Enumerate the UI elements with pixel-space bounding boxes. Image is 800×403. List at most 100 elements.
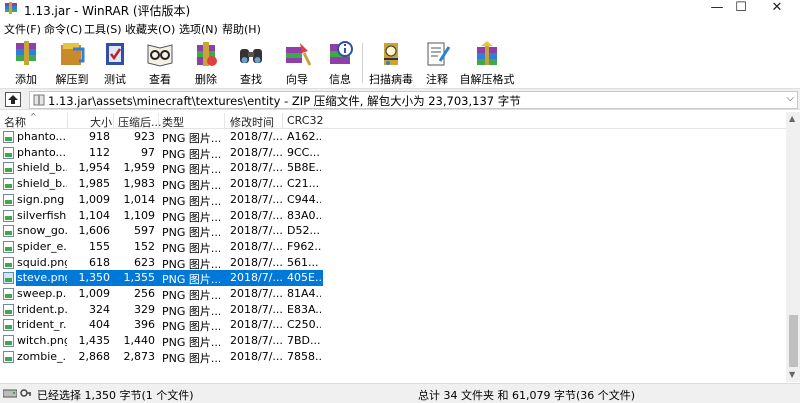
png-file-icon: [3, 272, 14, 285]
extract-to-button[interactable]: 解压到: [52, 39, 92, 87]
file-modified: 2018/7/...: [230, 302, 282, 316]
file-modified: 2018/7/...: [230, 287, 282, 300]
file-size: 1,350: [78, 271, 111, 285]
file-row[interactable]: squid.png 618 623 PNG 图片... 2018/7/... 561...: [0, 255, 786, 271]
file-row[interactable]: witch.png 1,435 1,440 PNG 图片... 2018/7/... 7B…: [0, 333, 786, 349]
add-button[interactable]: 添加: [4, 39, 48, 87]
chevron-down-icon[interactable]: ⌵: [786, 93, 794, 104]
file-modified: 2018/7/...: [230, 130, 282, 143]
file-modified: 2018/7/...: [230, 271, 282, 285]
file-row[interactable]: phanto... 918 923 PNG 图片... 2018/7/... A162..…: [0, 129, 786, 145]
column-crc-header[interactable]: CRC32: [287, 114, 323, 127]
file-modified: 2018/7/...: [230, 239, 282, 253]
file-row[interactable]: spider_e... 155 152 PNG 图片... 2018/7/... F962…: [0, 239, 786, 255]
status-bar: 已经选择 1,350 字节(1 个文件) 总计 34 文件夹 和 61,079 …: [0, 383, 800, 403]
file-packed-size: 597: [134, 224, 155, 238]
view-button[interactable]: 查看: [140, 39, 180, 87]
file-crc: C21...: [287, 177, 320, 191]
png-file-icon: [3, 288, 14, 300]
png-file-icon: [3, 193, 14, 206]
column-divider[interactable]: [282, 113, 283, 128]
file-size: 1,009: [78, 287, 111, 300]
up-one-level-button[interactable]: [5, 92, 21, 107]
delete-button[interactable]: 删除: [186, 39, 226, 87]
sfx-button[interactable]: 自解压格式: [459, 39, 515, 87]
column-type-header[interactable]: 类型: [162, 114, 184, 130]
file-modified: 2018/7/...: [230, 177, 282, 191]
extract-to-icon: [61, 43, 85, 65]
test-button[interactable]: 测试: [97, 39, 133, 87]
wizard-icon: [286, 43, 312, 66]
path-field[interactable]: 1.13.jar\assets\minecraft\textures\entit…: [29, 91, 798, 109]
file-crc: 5B8E...: [287, 161, 321, 175]
file-crc: D52...: [287, 224, 320, 238]
png-file-icon: [3, 350, 14, 363]
png-file-icon: [3, 178, 14, 191]
zip-archive-icon: [33, 94, 45, 106]
vertical-scrollbar[interactable]: ▲ ▼: [786, 112, 800, 382]
menu-help[interactable]: 帮助(H): [222, 21, 261, 37]
file-packed-size: 2,873: [123, 349, 156, 363]
wizard-button[interactable]: 向导: [277, 39, 317, 87]
file-row[interactable]: sign.png 1,009 1,014 PNG 图片... 2018/7/... C94…: [0, 192, 786, 208]
file-packed-size: 1,355: [123, 271, 156, 285]
file-type: PNG 图片...: [162, 179, 220, 193]
scroll-up-icon[interactable]: ▲: [789, 114, 795, 123]
comment-button[interactable]: 注释: [421, 39, 453, 87]
file-modified: 2018/7/...: [230, 161, 282, 175]
address-bar: 1.13.jar\assets\minecraft\textures\entit…: [0, 88, 800, 110]
column-divider[interactable]: [224, 113, 225, 128]
find-button[interactable]: 查找: [231, 39, 271, 87]
file-name: trident.p...: [17, 302, 67, 316]
menu-options[interactable]: 选项(N): [179, 21, 218, 37]
column-size-header[interactable]: 大小: [90, 114, 112, 130]
scroll-down-icon[interactable]: ▼: [789, 370, 795, 379]
file-name: witch.png: [17, 334, 67, 348]
column-divider[interactable]: [158, 113, 159, 128]
png-file-icon: [3, 256, 14, 269]
menu-bar: 文件(F) 命令(C) 工具(S) 收藏夹(O) 选项(N) 帮助(H): [0, 19, 800, 37]
file-row[interactable]: shield_b... 1,985 1,983 PNG 图片... 2018/7/...…: [0, 176, 786, 192]
file-crc: 9CC...: [287, 145, 320, 159]
menu-commands[interactable]: 命令(C): [44, 21, 82, 37]
key-icon: [20, 389, 31, 397]
file-name: snow_go...: [17, 224, 67, 238]
file-name: steve.png: [17, 271, 67, 285]
add-archive-icon: [16, 41, 36, 65]
file-name: phanto...: [17, 130, 67, 143]
info-button[interactable]: 信息: [322, 39, 358, 87]
file-modified: 2018/7/...: [230, 145, 282, 159]
column-name-header[interactable]: 名称: [4, 114, 26, 130]
file-name: zombie_...: [17, 349, 67, 363]
close-button[interactable]: ✕: [754, 0, 800, 18]
file-crc: 7858...: [287, 349, 321, 363]
menu-file[interactable]: 文件(F): [4, 21, 41, 37]
png-file-icon: [3, 209, 14, 222]
column-divider[interactable]: [113, 113, 114, 128]
file-row[interactable]: zombie_... 2,868 2,873 PNG 图片... 2018/7/... 7…: [0, 349, 786, 365]
menu-favorites[interactable]: 收藏夹(O): [125, 21, 175, 37]
scrollbar-thumb[interactable]: [789, 315, 798, 367]
file-row[interactable]: steve.png 1,350 1,355 PNG 图片... 2018/7/... 40…: [0, 270, 786, 287]
file-row[interactable]: silverfish... 1,104 1,109 PNG 图片... 2018/7/.…: [0, 208, 786, 224]
horizontal-scrollbar[interactable]: [0, 371, 786, 382]
file-row[interactable]: trident.p... 324 329 PNG 图片... 2018/7/... E83…: [0, 302, 786, 318]
file-size: 2,868: [78, 349, 111, 363]
column-modified-header[interactable]: 修改时间: [230, 114, 274, 130]
file-row[interactable]: shield_b... 1,954 1,959 PNG 图片... 2018/7/...…: [0, 160, 786, 176]
file-row[interactable]: snow_go... 1,606 597 PNG 图片... 2018/7/... D52…: [0, 223, 786, 239]
file-crc: 83A0...: [287, 208, 321, 222]
file-row[interactable]: phanto... 112 97 PNG 图片... 2018/7/... 9CC...: [0, 145, 786, 161]
file-row[interactable]: trident_r... 404 396 PNG 图片... 2018/7/... C25…: [0, 317, 786, 333]
file-name: phanto...: [17, 145, 67, 159]
file-packed-size: 396: [134, 318, 155, 332]
file-name: sweep.p...: [17, 287, 67, 300]
menu-tools[interactable]: 工具(S): [84, 21, 122, 37]
column-packed-header[interactable]: 压缩后...: [118, 114, 162, 130]
file-name: silverfish...: [17, 208, 67, 222]
window-title: 1.13.jar - WinRAR (评估版本): [24, 4, 191, 18]
file-list: phanto... 918 923 PNG 图片... 2018/7/... A162..…: [0, 129, 786, 371]
column-divider[interactable]: [67, 113, 68, 128]
virus-scan-button[interactable]: 扫描病毒: [368, 39, 414, 87]
file-row[interactable]: sweep.p... 1,009 256 PNG 图片... 2018/7/... 81A…: [0, 286, 786, 302]
